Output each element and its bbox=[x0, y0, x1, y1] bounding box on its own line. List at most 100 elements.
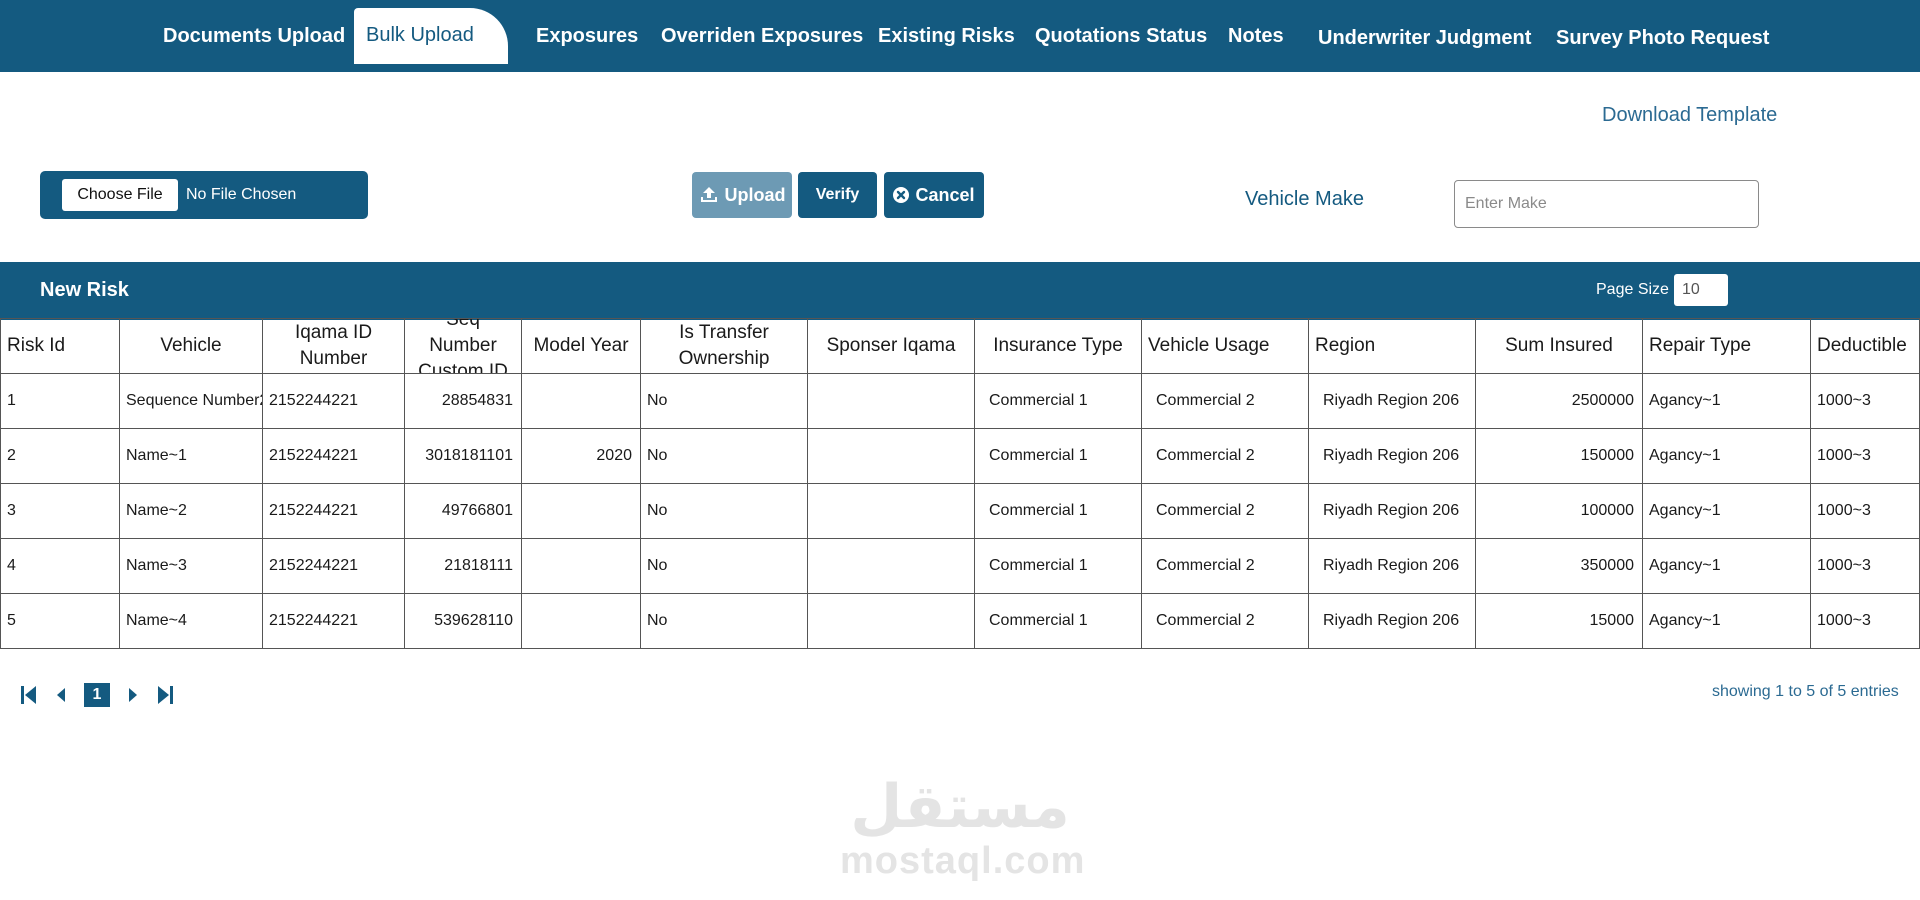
cell-deductible: 1000~3 bbox=[1811, 484, 1920, 539]
watermark-arabic: مستقل bbox=[850, 772, 1070, 842]
tab-exposures[interactable]: Exposures bbox=[536, 8, 638, 64]
cell-vehicle-usage: Commercial 2 bbox=[1142, 374, 1309, 429]
cell-vehicle: Name~2 bbox=[120, 484, 263, 539]
cell-model-year: 2020 bbox=[522, 429, 641, 484]
cell-region: Riyadh Region 206 bbox=[1309, 429, 1476, 484]
cell-repair-type: Agancy~1 bbox=[1643, 539, 1811, 594]
tab-survey-photo-request[interactable]: Survey Photo Request bbox=[1556, 10, 1769, 66]
column-header-vehicle: Vehicle bbox=[120, 319, 263, 374]
column-header-risk-id: Risk Id bbox=[0, 319, 120, 374]
column-header-repair-type: Repair Type bbox=[1643, 319, 1811, 374]
column-header-seq-number: Seq Number Custom ID bbox=[405, 319, 522, 374]
cell-transfer-ownership: No bbox=[641, 539, 808, 594]
upload-icon bbox=[700, 187, 717, 202]
cell-vehicle-usage: Commercial 2 bbox=[1142, 594, 1309, 649]
cell-region: Riyadh Region 206 bbox=[1309, 594, 1476, 649]
table-title: New Risk bbox=[40, 279, 129, 301]
cell-transfer-ownership: No bbox=[641, 374, 808, 429]
cell-risk-id: 1 bbox=[0, 374, 120, 429]
page-size-label: Page Size bbox=[1596, 281, 1669, 298]
cell-vehicle-usage: Commercial 2 bbox=[1142, 484, 1309, 539]
cell-model-year bbox=[522, 484, 641, 539]
column-header-vehicle-usage: Vehicle Usage bbox=[1142, 319, 1309, 374]
prev-page-icon[interactable] bbox=[52, 684, 70, 706]
cell-sum-insured: 15000 bbox=[1476, 594, 1643, 649]
cancel-button[interactable]: Cancel bbox=[884, 172, 984, 218]
cell-sponser-iqama bbox=[808, 374, 975, 429]
cell-deductible: 1000~3 bbox=[1811, 539, 1920, 594]
pagination: 1 bbox=[20, 682, 174, 708]
cell-deductible: 1000~3 bbox=[1811, 429, 1920, 484]
cell-vehicle: Name~1 bbox=[120, 429, 263, 484]
close-icon bbox=[893, 187, 910, 203]
cell-iqama-id: 2152244221 bbox=[263, 374, 405, 429]
cell-sum-insured: 150000 bbox=[1476, 429, 1643, 484]
last-page-icon[interactable] bbox=[156, 684, 174, 706]
cell-risk-id: 2 bbox=[0, 429, 120, 484]
next-page-icon[interactable] bbox=[124, 684, 142, 706]
column-header-sponser-iqama: Sponser Iqama bbox=[808, 319, 975, 374]
column-header-deductible: Deductible bbox=[1811, 319, 1920, 374]
verify-label: Verify bbox=[815, 186, 860, 203]
cell-vehicle: Name~4 bbox=[120, 594, 263, 649]
column-header-transfer-ownership: Is Transfer Ownership bbox=[641, 319, 808, 374]
table-row: 5 Name~4 2152244221 539628110 No Commercial 1… bbox=[0, 594, 1920, 649]
table-header-row: Risk Id Vehicle Iqama ID Number Seq Number … bbox=[0, 318, 1920, 374]
cell-sponser-iqama bbox=[808, 484, 975, 539]
cell-transfer-ownership: No bbox=[641, 429, 808, 484]
column-header-region: Region bbox=[1309, 319, 1476, 374]
tab-existing-risks[interactable]: Existing Risks bbox=[878, 8, 1015, 64]
tab-notes[interactable]: Notes bbox=[1228, 8, 1284, 64]
cell-seq-number: 21818111 bbox=[405, 539, 522, 594]
column-header-sum-insured: Sum Insured bbox=[1476, 319, 1643, 374]
cell-seq-number: 3018181101 bbox=[405, 429, 522, 484]
column-header-model-year: Model Year bbox=[522, 319, 641, 374]
cell-iqama-id: 2152244221 bbox=[263, 429, 405, 484]
cell-insurance-type: Commercial 1 bbox=[975, 594, 1142, 649]
page-number[interactable]: 1 bbox=[84, 683, 110, 707]
table-header-bar: New Risk Page Size bbox=[0, 262, 1920, 320]
cell-sponser-iqama bbox=[808, 594, 975, 649]
tab-overriden-exposures[interactable]: Overriden Exposures bbox=[661, 8, 863, 64]
watermark-latin: mostaql.com bbox=[840, 840, 1086, 882]
entries-info: showing 1 to 5 of 5 entries bbox=[1712, 683, 1899, 700]
cell-model-year bbox=[522, 594, 641, 649]
tab-bulk-upload[interactable]: Bulk Upload bbox=[354, 8, 508, 64]
cell-risk-id: 4 bbox=[0, 539, 120, 594]
cell-sum-insured: 350000 bbox=[1476, 539, 1643, 594]
cell-repair-type: Agancy~1 bbox=[1643, 374, 1811, 429]
tab-documents-upload[interactable]: Documents Upload bbox=[163, 8, 345, 64]
upload-button[interactable]: Upload bbox=[692, 172, 792, 218]
cell-seq-number: 49766801 bbox=[405, 484, 522, 539]
cell-insurance-type: Commercial 1 bbox=[975, 539, 1142, 594]
cell-iqama-id: 2152244221 bbox=[263, 594, 405, 649]
cell-vehicle: Name~3 bbox=[120, 539, 263, 594]
column-header-iqama-id: Iqama ID Number bbox=[263, 319, 405, 374]
upload-label: Upload bbox=[724, 185, 786, 205]
tab-underwriter-judgment[interactable]: Underwriter Judgment bbox=[1318, 10, 1531, 66]
column-header-insurance-type: Insurance Type bbox=[975, 319, 1142, 374]
cell-seq-number: 539628110 bbox=[405, 594, 522, 649]
cell-risk-id: 5 bbox=[0, 594, 120, 649]
cell-insurance-type: Commercial 1 bbox=[975, 429, 1142, 484]
cell-transfer-ownership: No bbox=[641, 484, 808, 539]
top-nav: Documents Upload Bulk Upload Exposures O… bbox=[0, 0, 1920, 72]
cell-repair-type: Agancy~1 bbox=[1643, 484, 1811, 539]
cell-sum-insured: 100000 bbox=[1476, 484, 1643, 539]
choose-file-button[interactable]: Choose File bbox=[62, 179, 178, 211]
first-page-icon[interactable] bbox=[20, 684, 38, 706]
page-size-input[interactable] bbox=[1674, 274, 1728, 306]
download-template-link[interactable]: Download Template bbox=[1602, 104, 1777, 127]
table-row: 1 Sequence Number2 2152244221 28854831 No Com… bbox=[0, 374, 1920, 429]
cell-seq-number: 28854831 bbox=[405, 374, 522, 429]
vehicle-make-input[interactable] bbox=[1454, 180, 1759, 228]
cell-iqama-id: 2152244221 bbox=[263, 484, 405, 539]
cell-vehicle-usage: Commercial 2 bbox=[1142, 429, 1309, 484]
cell-sponser-iqama bbox=[808, 539, 975, 594]
tab-quotations-status[interactable]: Quotations Status bbox=[1035, 8, 1207, 64]
verify-button[interactable]: Verify bbox=[798, 172, 877, 218]
cell-risk-id: 3 bbox=[0, 484, 120, 539]
cell-deductible: 1000~3 bbox=[1811, 374, 1920, 429]
cancel-label: Cancel bbox=[915, 185, 975, 205]
table-row: 4 Name~3 2152244221 21818111 No Commercial 1C… bbox=[0, 539, 1920, 594]
